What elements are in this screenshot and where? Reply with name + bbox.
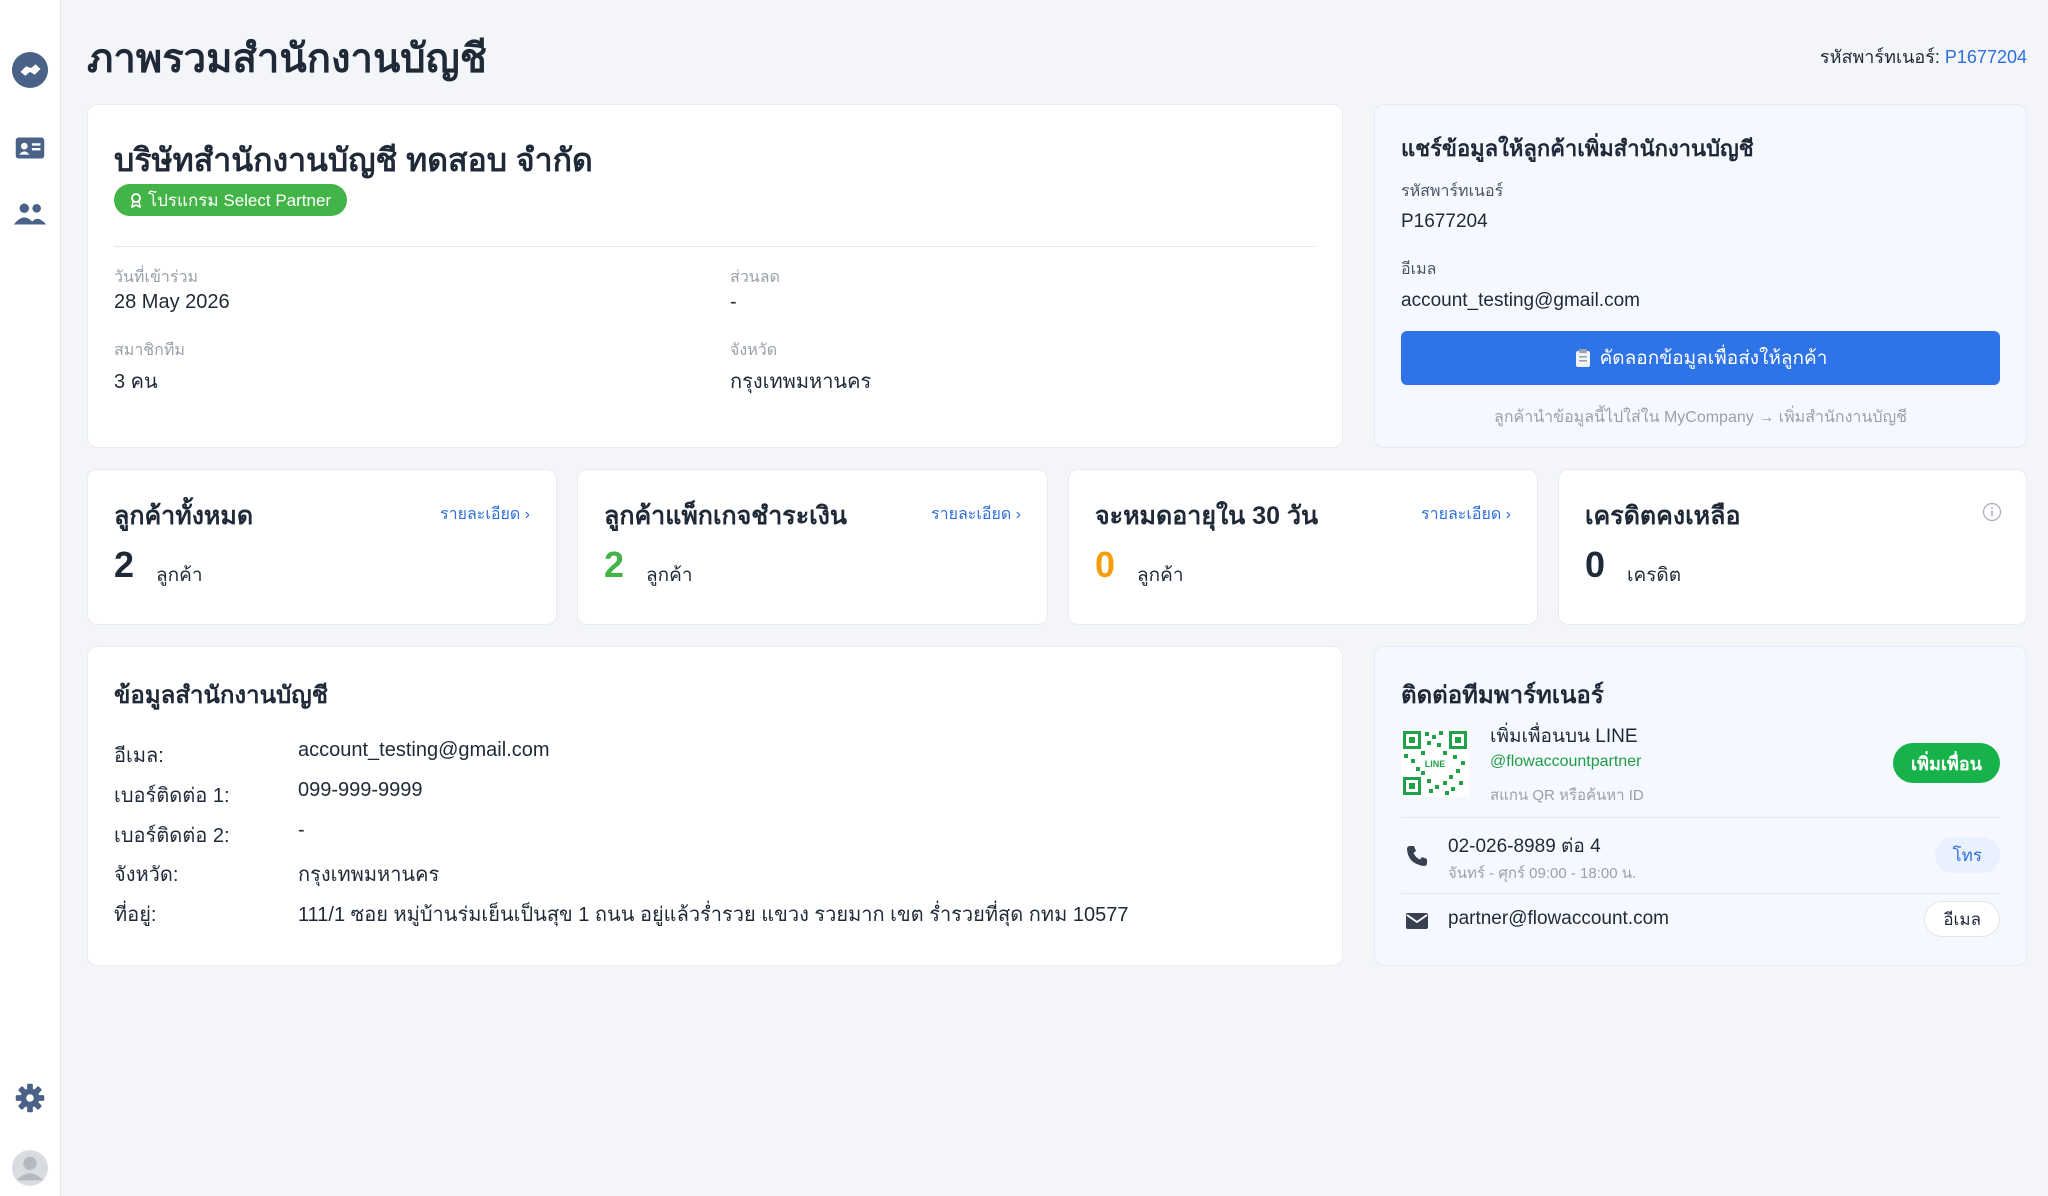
stat-card-expiring: จะหมดอายุใน 30 วัน รายละเอียด › 0 ลูกค้า: [1068, 469, 1538, 625]
join-date-label: วันที่เข้าร่วม: [114, 269, 198, 286]
office-phone1-value: 099-999-9999: [298, 779, 423, 801]
sidebar: [0, 0, 61, 1196]
phone-icon: [1407, 846, 1427, 866]
contact-divider: [1401, 893, 2000, 894]
company-divider: [114, 246, 1316, 247]
line-hint: สแกน QR หรือค้นหา ID: [1490, 787, 1644, 804]
partner-program-badge: โปรแกรม Select Partner: [114, 184, 348, 216]
line-qr-code: LINE: [1401, 729, 1469, 797]
share-partner-label: รหัสพาร์ทเนอร์: [1401, 183, 1504, 200]
stat-card-paid-customers: ลูกค้าแพ็กเกจชำระเงิน รายละเอียด › 2 ลูก…: [577, 469, 1048, 625]
share-card: แชร์ข้อมูลให้ลูกค้าเพิ่มสำนักงานบัญชี รห…: [1374, 104, 2027, 448]
contact-card-icon: [15, 137, 45, 159]
stat-detail-link[interactable]: รายละเอียด ›: [440, 502, 530, 527]
copy-info-label: คัดลอกข้อมูลเพื่อส่งให้ลูกค้า: [1599, 348, 1828, 369]
office-address-label: ที่อยู่:: [114, 904, 157, 926]
join-date-value: 28 May 2026: [114, 291, 230, 313]
stat-unit: ลูกค้า: [646, 565, 693, 586]
stat-value: 0: [1585, 544, 1606, 585]
stat-unit: เครดิต: [1627, 565, 1682, 586]
office-email-value: account_testing@gmail.com: [298, 739, 550, 761]
office-phone2-value: -: [298, 819, 305, 841]
members-value: 3 คน: [114, 371, 158, 393]
stat-card-credits: เครดิตคงเหลือ 0 เครดิต: [1558, 469, 2027, 625]
qr-line-text: LINE: [1425, 759, 1446, 769]
company-card: บริษัทสำนักงานบัญชี ทดสอบ จำกัด โปรแกรม …: [87, 104, 1343, 448]
share-title: แชร์ข้อมูลให้ลูกค้าเพิ่มสำนักงานบัญชี: [1401, 136, 1754, 161]
office-phone1-label: เบอร์ติดต่อ 1:: [114, 785, 230, 807]
stat-card-total-customers: ลูกค้าทั้งหมด รายละเอียด › 2 ลูกค้า: [87, 469, 557, 625]
stat-title: ลูกค้าแพ็กเกจชำระเงิน: [604, 502, 847, 530]
office-phone2-label: เบอร์ติดต่อ 2:: [114, 825, 230, 847]
contact-email: partner@flowaccount.com: [1448, 908, 1669, 929]
sidebar-item-users[interactable]: [8, 192, 52, 236]
line-title: เพิ่มเพื่อนบน LINE: [1490, 726, 1638, 747]
call-button[interactable]: โทร: [1934, 837, 2000, 873]
handshake-icon: [11, 51, 49, 89]
contact-title: ติดต่อทีมพาร์ทเนอร์: [1401, 682, 1604, 709]
line-id[interactable]: @flowaccountpartner: [1490, 753, 1641, 771]
users-icon: [13, 203, 47, 225]
email-button[interactable]: อีเมล: [1924, 901, 2000, 937]
stat-value: 2: [114, 544, 135, 585]
office-address-value: 111/1 ซอย หมู่บ้านร่มเย็นเป็นสุข 1 ถนน อ…: [298, 904, 1129, 926]
page-title: ภาพรวมสำนักงานบัญชี: [87, 37, 487, 81]
stat-title: ลูกค้าทั้งหมด: [114, 502, 254, 530]
contact-card: ติดต่อทีมพาร์ทเนอร์ LINE เพิ่มเพื่อนบน L…: [1374, 646, 2027, 966]
members-label: สมาชิกทีม: [114, 342, 185, 359]
copy-info-button[interactable]: คัดลอกข้อมูลเพื่อส่งให้ลูกค้า: [1401, 331, 2000, 385]
stat-value: 2: [604, 544, 625, 585]
header-partner-value: P1677204: [1944, 47, 2027, 67]
stat-detail-link[interactable]: รายละเอียด ›: [931, 502, 1021, 527]
avatar-icon: [11, 1149, 49, 1187]
discount-label: ส่วนลด: [730, 269, 780, 286]
stat-value: 0: [1095, 544, 1116, 585]
province-value: กรุงเทพมหานคร: [730, 371, 872, 393]
sidebar-item-handshake[interactable]: [8, 48, 52, 92]
add-friend-button[interactable]: เพิ่มเพื่อน: [1892, 743, 2000, 783]
company-name: บริษัทสำนักงานบัญชี ทดสอบ จำกัด: [114, 142, 593, 178]
info-icon[interactable]: [1982, 502, 2002, 522]
contact-phone: 02-026-8989 ต่อ 4: [1448, 836, 1601, 857]
clipboard-icon: [1575, 349, 1590, 367]
share-hint: ลูกค้านำข้อมูลนี้ไปใส่ใน MyCompany → เพิ…: [1494, 409, 1907, 426]
share-partner-value: P1677204: [1401, 211, 1488, 232]
province-label: จังหวัด: [730, 342, 778, 359]
header-partner-id: รหัสพาร์ทเนอร์: P1677204: [1820, 42, 2027, 71]
mail-icon: [1406, 913, 1428, 929]
share-email-value: account_testing@gmail.com: [1401, 290, 1640, 311]
stat-unit: ลูกค้า: [156, 565, 203, 586]
gear-icon: [15, 1083, 45, 1113]
office-info-card: ข้อมูลสำนักงานบัญชี อีเมล: account_testi…: [87, 646, 1343, 966]
header-partner-label: รหัสพาร์ทเนอร์:: [1819, 47, 1940, 67]
discount-value: -: [730, 291, 737, 313]
partner-program-label: โปรแกรม Select Partner: [148, 190, 332, 210]
office-province-label: จังหวัด:: [114, 864, 179, 886]
stat-unit: ลูกค้า: [1137, 565, 1184, 586]
stat-title: จะหมดอายุใน 30 วัน: [1095, 502, 1319, 530]
contact-phone-hours: จันทร์ - ศุกร์ 09:00 - 18:00 น.: [1448, 865, 1637, 882]
share-email-label: อีเมล: [1401, 261, 1437, 278]
office-email-label: อีเมล:: [114, 745, 164, 767]
sidebar-item-contacts[interactable]: [8, 126, 52, 170]
sidebar-item-settings[interactable]: [8, 1076, 52, 1120]
award-icon: [131, 192, 141, 208]
stat-detail-link[interactable]: รายละเอียด ›: [1421, 502, 1511, 527]
stat-title: เครดิตคงเหลือ: [1585, 502, 1741, 530]
office-info-title: ข้อมูลสำนักงานบัญชี: [114, 682, 328, 709]
office-province-value: กรุงเทพมหานคร: [298, 864, 440, 886]
main-content: ภาพรวมสำนักงานบัญชี รหัสพาร์ทเนอร์: P167…: [87, 0, 2027, 1196]
contact-divider: [1401, 817, 2000, 818]
sidebar-item-profile[interactable]: [8, 1146, 52, 1190]
